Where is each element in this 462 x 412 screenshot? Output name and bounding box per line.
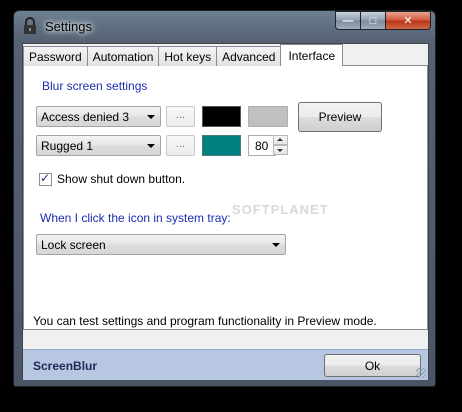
browse-button-1[interactable]: ... <box>166 106 195 127</box>
close-button[interactable]: ✕ <box>386 11 431 30</box>
spin-up-icon[interactable] <box>273 135 288 145</box>
blur-style-value: Rugged 1 <box>41 139 94 153</box>
spin-down-icon[interactable] <box>273 145 288 155</box>
tab-advanced[interactable]: Advanced <box>216 46 282 66</box>
brand-label: ScreenBlur <box>33 359 98 373</box>
show-shutdown-label[interactable]: Show shut down button. <box>57 172 185 186</box>
interface-tab-panel: Blur screen settings Access denied 3 ...… <box>23 65 428 330</box>
dialog-client: Blur screen settings Access denied 3 ...… <box>22 43 429 380</box>
preview-button[interactable]: Preview <box>298 102 382 132</box>
tab-hot-keys[interactable]: Hot keys <box>158 46 218 66</box>
tab-interface[interactable]: Interface <box>280 44 344 66</box>
tab-automation[interactable]: Automation <box>86 46 160 66</box>
blur-section-label: Blur screen settings <box>42 79 148 93</box>
chevron-down-icon <box>147 144 155 148</box>
chevron-down-icon <box>272 243 280 247</box>
blur-theme-value: Access denied 3 <box>41 110 130 124</box>
opacity-input[interactable]: 80 <box>248 135 276 156</box>
blur-theme-select[interactable]: Access denied 3 <box>36 106 161 127</box>
maximize-icon: □ <box>369 14 377 27</box>
blur-style-select[interactable]: Rugged 1 <box>36 135 161 156</box>
chevron-down-icon <box>147 115 155 119</box>
ok-button[interactable]: Ok <box>324 354 421 377</box>
footer-bar: ScreenBlur Ok <box>23 349 428 380</box>
tray-action-value: Lock screen <box>41 238 106 252</box>
settings-window: Settings — □ ✕ Blur screen settings Acce… <box>13 10 436 387</box>
maximize-button[interactable]: □ <box>361 11 386 30</box>
show-shutdown-checkbox[interactable]: ✓ <box>39 171 52 186</box>
color-swatch-gray[interactable] <box>248 106 288 127</box>
tab-password[interactable]: Password <box>23 46 88 66</box>
title-bar[interactable]: Settings — □ ✕ <box>14 11 435 43</box>
lock-icon <box>24 17 36 34</box>
preview-hint-text: You can test settings and program functi… <box>33 314 377 328</box>
resize-grip-icon[interactable] <box>416 368 426 378</box>
minimize-button[interactable]: — <box>335 11 361 30</box>
checkmark-icon: ✓ <box>40 171 51 185</box>
minimize-icon: — <box>342 14 354 27</box>
browse-button-2[interactable]: ... <box>166 135 195 156</box>
tray-action-label: When I click the icon in system tray: <box>40 211 231 225</box>
tray-action-select[interactable]: Lock screen <box>36 234 286 255</box>
opacity-value: 80 <box>255 139 269 153</box>
color-swatch-black[interactable] <box>202 106 241 127</box>
tab-strip: Password Automation Hot keys Advanced In… <box>23 44 344 66</box>
color-swatch-teal[interactable] <box>202 135 241 156</box>
close-icon: ✕ <box>403 15 413 27</box>
window-title: Settings <box>45 19 92 34</box>
watermark: SOFTPLANET <box>232 202 329 217</box>
caption-buttons: — □ ✕ <box>335 11 431 30</box>
opacity-spinner <box>273 135 288 156</box>
